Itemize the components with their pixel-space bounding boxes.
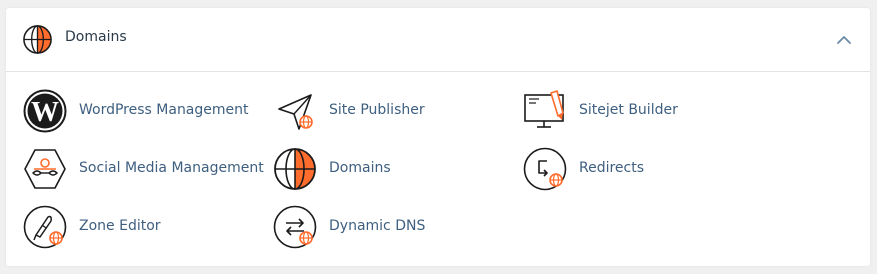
zone-editor-icon <box>23 205 67 249</box>
svg-text:W: W <box>31 97 59 128</box>
item-label: Sitejet Builder <box>579 102 678 118</box>
item-label: Zone Editor <box>79 218 161 234</box>
item-label: Dynamic DNS <box>329 218 426 234</box>
item-label: Social Media Management <box>79 160 264 176</box>
chevron-up-icon[interactable] <box>832 30 856 50</box>
wordpress-icon: W <box>23 89 67 133</box>
dynamic-dns-icon <box>273 205 317 249</box>
panel-title: Domains <box>65 29 127 45</box>
site-publisher-icon <box>278 94 313 130</box>
item-label: Site Publisher <box>329 102 425 118</box>
item-label: WordPress Management <box>79 102 249 118</box>
panel-header[interactable]: Domains <box>6 8 870 72</box>
item-label: Domains <box>329 160 391 176</box>
sitejet-builder-icon <box>524 90 564 128</box>
social-media-icon <box>24 149 66 189</box>
domains-globe-icon <box>274 148 316 190</box>
redirects-icon <box>523 147 567 191</box>
globe-icon <box>23 25 52 54</box>
item-label: Redirects <box>579 160 645 176</box>
domains-panel: Domains W WordPress Management Site Publ… <box>6 8 870 266</box>
